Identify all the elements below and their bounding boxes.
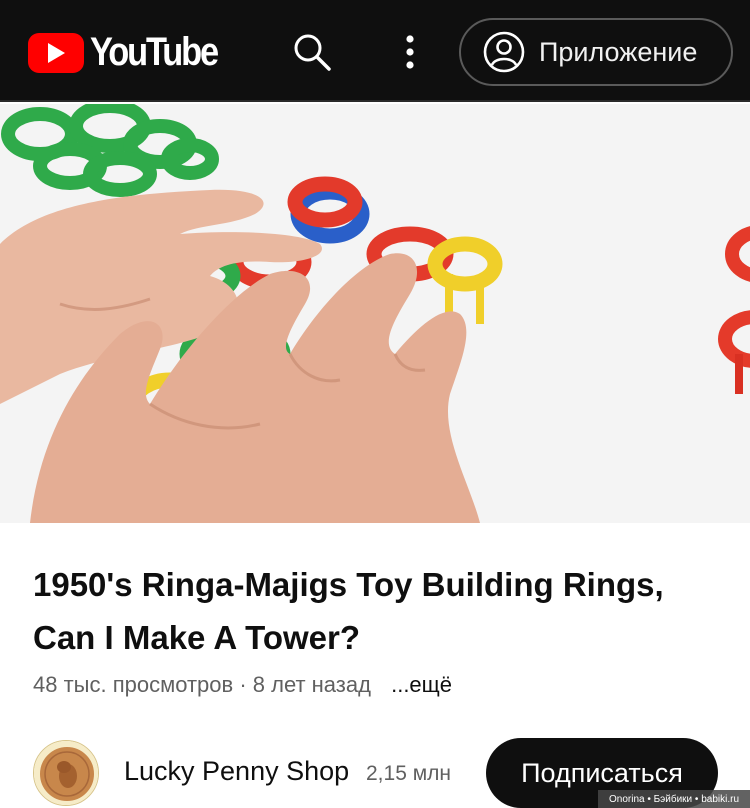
open-app-button[interactable]: Приложение [459,18,733,86]
open-app-label: Приложение [539,36,698,67]
meta-separator: · [239,672,247,697]
youtube-logo[interactable]: YouTube [28,30,238,75]
more-options-button[interactable] [392,28,428,76]
more-vertical-icon [406,35,414,69]
watermark: Onorina • Бэйбики • babiki.ru [598,790,750,808]
video-title: 1950's Ringa-Majigs Toy Building Rings, … [33,566,664,656]
show-more-link[interactable]: ...ещё [391,672,452,697]
search-button[interactable] [290,30,334,74]
channel-name[interactable]: Lucky Penny Shop [124,756,349,787]
top-app-bar: YouTube Приложение [0,0,750,102]
view-count: 48 тыс. просмотров [33,672,234,697]
search-icon [294,34,331,71]
video-frame-image [0,104,750,523]
video-player[interactable] [0,104,750,523]
video-meta: 48 тыс. просмотров · 8 лет назад ...ещё [33,672,452,698]
youtube-logo-icon [28,32,84,73]
subscriber-count: 2,15 млн [366,762,451,785]
youtube-wordmark: YouTube [90,30,219,74]
account-icon [483,31,525,73]
penny-coin-avatar [34,741,98,805]
channel-avatar[interactable] [33,740,99,806]
upload-age: 8 лет назад [252,672,371,697]
